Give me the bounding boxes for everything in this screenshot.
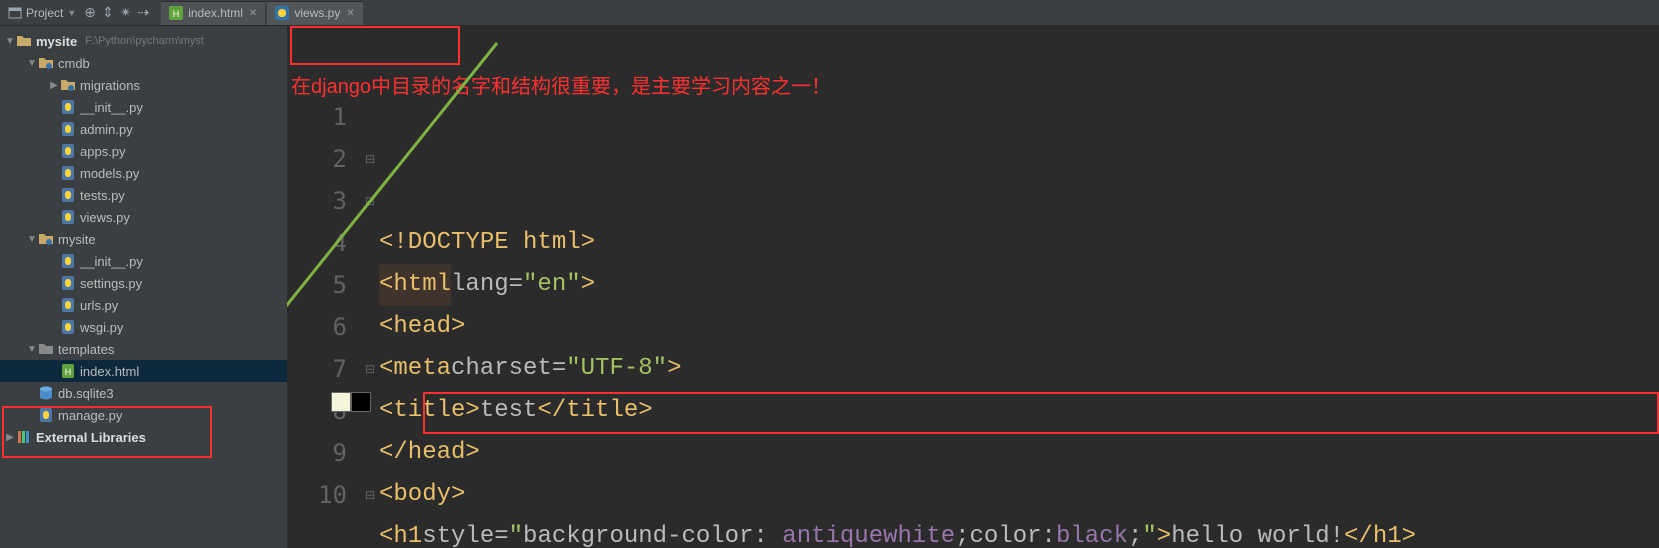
code-line-2[interactable]: <html lang="en"> [379, 264, 1659, 306]
code-editor[interactable]: 在django中目录的名字和结构很重要，是主要学习内容之一！ 123456789… [287, 26, 1659, 548]
tree-node-mysite[interactable]: ▼mysite [0, 228, 287, 250]
tree-node-db-sqlite3[interactable]: db.sqlite3 [0, 382, 287, 404]
tree-node-templates[interactable]: ▼templates [0, 338, 287, 360]
code-line-4[interactable]: <meta charset="UTF-8"> [379, 348, 1659, 390]
html-icon: H [169, 6, 183, 20]
tree-node---init---py[interactable]: __init__.py [0, 96, 287, 118]
project-panel-toggle[interactable]: Project ▼ [0, 6, 84, 20]
chevron-down-icon: ▼ [67, 8, 76, 18]
tree-node---init---py[interactable]: __init__.py [0, 250, 287, 272]
fold-column[interactable]: ⊟⊟⊟⊟ [365, 96, 379, 548]
top-toolbar: Project ▼ ⊕ ⇕ ✴ ⇢ H index.html ✕ views.p… [0, 0, 1659, 26]
target-icon[interactable]: ⊕ [84, 4, 96, 21]
tree-node-index-html[interactable]: Hindex.html [0, 360, 287, 382]
tree-node-cmdb[interactable]: ▼cmdb [0, 52, 287, 74]
code-line-1[interactable]: <!DOCTYPE html> [379, 222, 1659, 264]
tree-node-views-py[interactable]: views.py [0, 206, 287, 228]
tree-node-models-py[interactable]: models.py [0, 162, 287, 184]
tree-node-migrations[interactable]: ▶migrations [0, 74, 287, 96]
tab-label: index.html [188, 6, 243, 20]
svg-text:H: H [173, 9, 180, 19]
code-line-3[interactable]: <head> [379, 306, 1659, 348]
tree-node-manage-py[interactable]: manage.py [0, 404, 287, 426]
tree-node-urls-py[interactable]: urls.py [0, 294, 287, 316]
line-gutter: 12345678910 [287, 96, 365, 548]
tree-node-external-libraries[interactable]: ▶External Libraries [0, 426, 287, 448]
tree-node-admin-py[interactable]: admin.py [0, 118, 287, 140]
tab-label: views.py [294, 6, 340, 20]
code-line-7[interactable]: <body> [379, 474, 1659, 516]
tree-node-apps-py[interactable]: apps.py [0, 140, 287, 162]
python-icon [275, 6, 289, 20]
tree-node-mysite[interactable]: ▼mysiteF:\Python\pycharm\myst [0, 30, 287, 52]
code-line-8[interactable]: <h1 style="background-color: antiquewhit… [379, 516, 1659, 548]
project-panel-label: Project [26, 6, 63, 20]
tab-index-html[interactable]: H index.html ✕ [161, 1, 265, 25]
close-icon[interactable]: ✕ [249, 8, 257, 19]
tree-node-settings-py[interactable]: settings.py [0, 272, 287, 294]
annotation-text: 在django中目录的名字和结构很重要，是主要学习内容之一！ [291, 70, 831, 99]
code-line-5[interactable]: <title>test</title> [379, 390, 1659, 432]
gear-icon[interactable]: ✴ [120, 4, 132, 21]
code-line-6[interactable]: </head> [379, 432, 1659, 474]
tab-views-py[interactable]: views.py ✕ [267, 1, 362, 25]
project-tree-panel: ▼mysiteF:\Python\pycharm\myst▼cmdb▶migra… [0, 26, 287, 548]
project-icon [8, 6, 22, 20]
tree-node-tests-py[interactable]: tests.py [0, 184, 287, 206]
collapse-icon[interactable]: ⇕ [102, 4, 114, 21]
hide-icon[interactable]: ⇢ [137, 4, 149, 21]
close-icon[interactable]: ✕ [346, 8, 354, 19]
tree-node-wsgi-py[interactable]: wsgi.py [0, 316, 287, 338]
svg-text:H: H [65, 367, 72, 377]
